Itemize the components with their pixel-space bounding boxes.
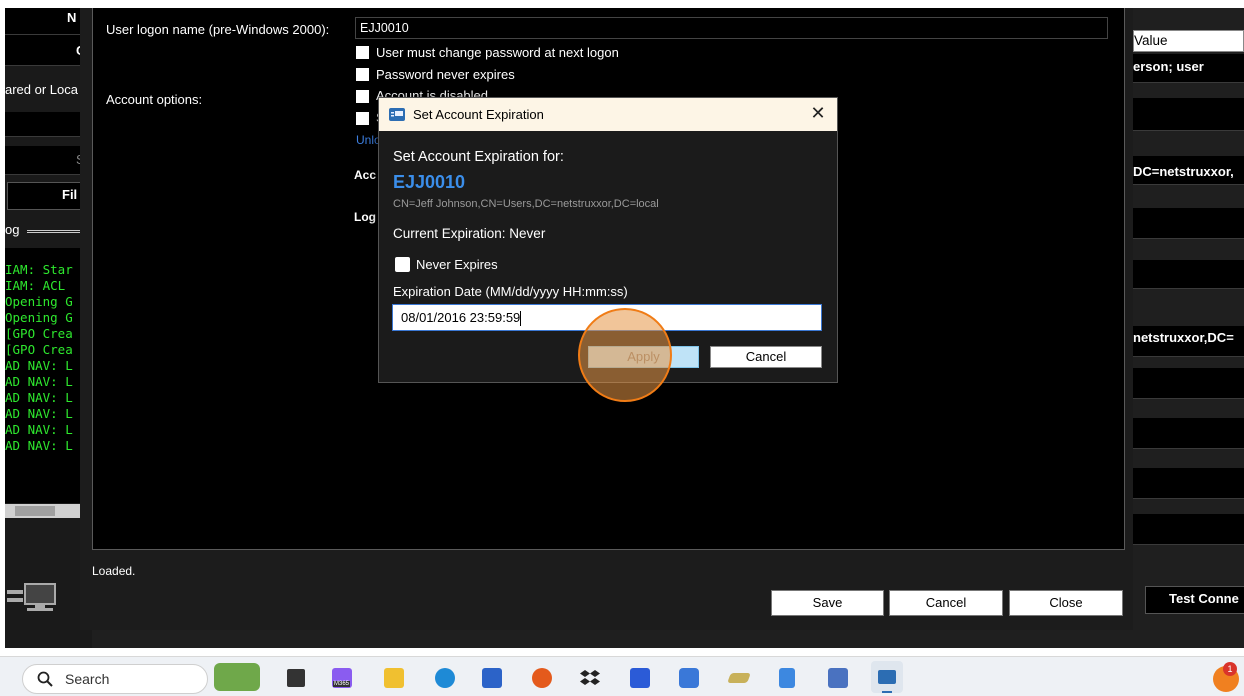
account-disabled-checkbox[interactable]: [356, 90, 369, 103]
save-button[interactable]: Save: [771, 590, 884, 616]
log-line: AD NAV: L: [5, 406, 73, 421]
account-expires-label: Acc: [354, 168, 377, 182]
file-explorer-icon[interactable]: [384, 668, 404, 688]
option-checkbox[interactable]: [356, 112, 369, 125]
right-value-dn1: DC=netstruxxor,: [1133, 164, 1234, 179]
log-line: AD NAV: L: [5, 390, 73, 405]
m365-icon[interactable]: M365: [332, 668, 352, 688]
dropbox-icon[interactable]: [580, 668, 600, 688]
right-value-dn2: netstruxxor,DC=: [1133, 330, 1234, 345]
expiration-date-label: Expiration Date (MM/dd/yyyy HH:mm:ss): [393, 284, 628, 299]
file-button-label: Fil: [62, 187, 78, 202]
log-line: Opening G: [5, 310, 73, 325]
log-console: IAM: Star IAM: ACL Opening G Opening G […: [5, 248, 90, 503]
edge-icon[interactable]: [435, 668, 455, 688]
log-line: AD NAV: L: [5, 358, 73, 373]
logon-name-label: User logon name (pre-Windows 2000):: [106, 22, 330, 37]
store-icon[interactable]: [482, 668, 502, 688]
close-icon[interactable]: ✕: [807, 102, 829, 124]
tool-icon[interactable]: [727, 673, 751, 683]
password-never-expires-label: Password never expires: [376, 67, 515, 82]
account-options-label: Account options:: [106, 92, 203, 107]
left-label-shared: ared or Loca: [5, 82, 78, 97]
task-view-icon[interactable]: [287, 669, 305, 687]
unlock-account-link[interactable]: Unlo: [356, 133, 381, 147]
connect-icon[interactable]: [679, 668, 699, 688]
network-app-taskbar-icon: [878, 670, 896, 684]
close-button[interactable]: Close: [1009, 590, 1123, 616]
log-line: IAM: ACL: [5, 278, 66, 293]
test-connection-label: Test Conne: [1169, 591, 1239, 606]
widgets-icon[interactable]: [214, 663, 260, 691]
log-line: [GPO Crea: [5, 342, 73, 357]
dialog-cancel-button[interactable]: Cancel: [710, 346, 822, 368]
log-label: og: [5, 222, 20, 237]
logon-name-field[interactable]: EJJ0010: [355, 17, 1108, 39]
m365-label: M365: [333, 681, 351, 687]
notification-badge: 1: [1223, 662, 1237, 676]
log-line: AD NAV: L: [5, 374, 73, 389]
logon-hours-label: Log: [354, 210, 376, 224]
cancel-button[interactable]: Cancel: [889, 590, 1003, 616]
log-line: IAM: Star: [5, 262, 73, 277]
status-text: Loaded.: [92, 564, 136, 578]
taskbar: Search M365 1: [0, 656, 1244, 696]
left-label-n: N: [67, 10, 77, 25]
taskbar-search[interactable]: Search: [22, 664, 208, 694]
left-panel: N C ared or Loca S Fil og IAM: Star IAM:…: [5, 8, 92, 648]
active-app-button[interactable]: [871, 661, 903, 693]
log-line: AD NAV: L: [5, 438, 73, 453]
network-app-icon: [389, 108, 405, 121]
dialog-title: Set Account Expiration: [413, 107, 544, 122]
current-expiration: Current Expiration: Never: [393, 226, 546, 241]
value-header-label: Value: [1134, 33, 1168, 48]
right-panel: Value erson; user DC=netstruxxor, netstr…: [1133, 8, 1244, 648]
teams-tool-icon[interactable]: [630, 668, 650, 688]
log-line: AD NAV: L: [5, 422, 73, 437]
log-line: Opening G: [5, 294, 73, 309]
never-expires-label: Never Expires: [416, 257, 498, 272]
account-name: EJJ0010: [393, 172, 466, 192]
network-computer-icon: [5, 580, 61, 614]
notepad-icon[interactable]: [779, 668, 795, 688]
never-expires-checkbox[interactable]: [395, 257, 410, 272]
notification-icon[interactable]: 1: [1213, 662, 1239, 692]
expiration-date-value: 08/01/2016 23:59:59: [401, 310, 521, 325]
search-label: Search: [65, 671, 110, 687]
dialog-heading: Set Account Expiration for:: [393, 149, 564, 165]
dialog-title-bar[interactable]: Set Account Expiration ✕: [379, 98, 837, 131]
password-never-expires-checkbox[interactable]: [356, 68, 369, 81]
distinguished-name: CN=Jeff Johnson,CN=Users,DC=netstruxxor,…: [393, 198, 659, 210]
remote-desktop-icon[interactable]: [828, 668, 848, 688]
search-icon: [36, 670, 54, 688]
horizontal-scrollbar[interactable]: [5, 504, 85, 518]
firefox-icon[interactable]: [532, 668, 552, 688]
right-value-user: erson; user: [1133, 59, 1204, 74]
click-highlight: [578, 308, 672, 402]
must-change-password-checkbox[interactable]: [356, 46, 369, 59]
must-change-password-label: User must change password at next logon: [376, 45, 619, 60]
log-line: [GPO Crea: [5, 326, 73, 341]
